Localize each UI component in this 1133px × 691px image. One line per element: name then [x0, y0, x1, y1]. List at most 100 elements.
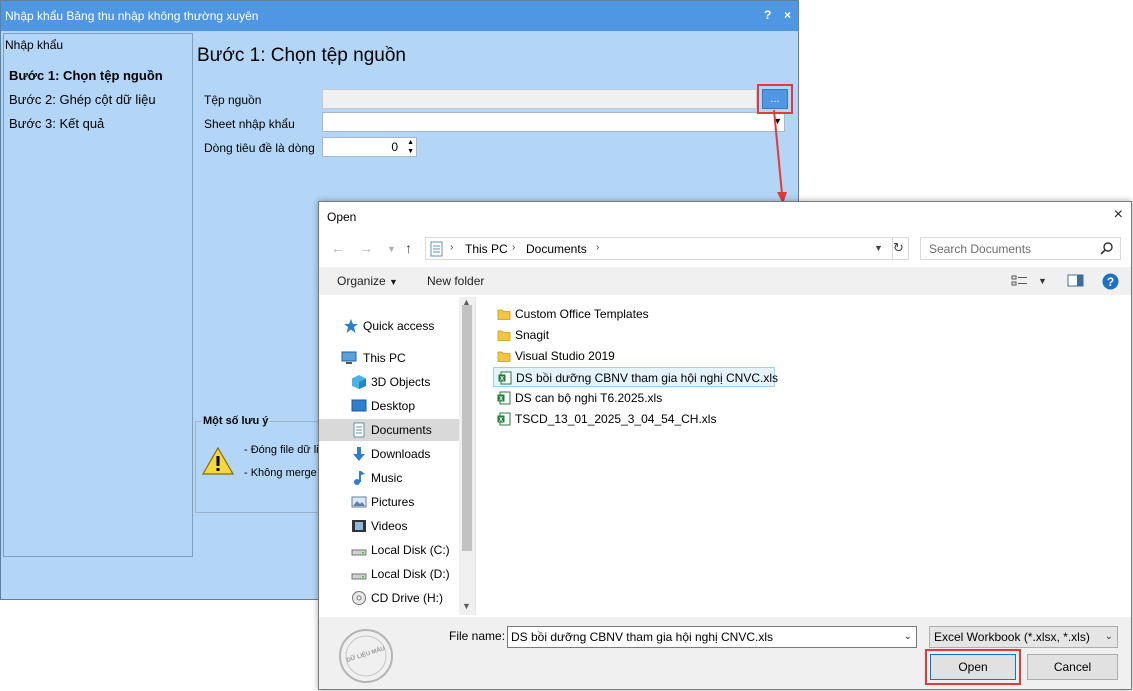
help-button[interactable]: ? — [764, 8, 771, 22]
back-arrow-icon[interactable]: ← — [331, 240, 345, 256]
nav-item-documents[interactable]: Documents — [319, 419, 459, 441]
sheet-select[interactable]: ▼ — [322, 112, 785, 132]
annotation-arrow-icon — [773, 109, 787, 204]
desktop-icon — [351, 399, 367, 412]
address-bar[interactable]: › This PC › Documents › ▼ — [425, 237, 893, 260]
sheet-label: Sheet nhập khẩu — [204, 117, 295, 131]
wizard-close-button[interactable]: × — [784, 8, 791, 22]
cd-icon — [352, 591, 366, 605]
dialog-footer: DỮ LIỆU MẪU File name: DS bồi dưỡng CBNV… — [319, 617, 1131, 689]
list-item-snagit[interactable]: Snagit — [493, 325, 793, 345]
music-icon — [354, 471, 365, 485]
nav-item-videos[interactable]: Videos — [319, 515, 459, 537]
svg-text:?: ? — [1107, 275, 1114, 289]
breadcrumb-separator-icon: › — [512, 242, 516, 253]
list-item-tscd[interactable]: X TSCD_13_01_2025_3_04_54_CH.xls — [493, 409, 793, 429]
video-icon — [352, 520, 366, 532]
excel-file-icon: X — [498, 371, 512, 385]
dialog-title: Open — [327, 210, 357, 224]
document-icon — [353, 422, 365, 438]
step-2[interactable]: Bước 2: Ghép cột dữ liệu — [9, 92, 156, 107]
refresh-icon[interactable]: ↻ — [889, 237, 909, 260]
nav-item-local-disk-d[interactable]: Local Disk (D:) — [319, 563, 459, 585]
new-folder-button[interactable]: New folder — [427, 274, 484, 288]
address-dropdown-icon[interactable]: ▼ — [874, 243, 883, 253]
page-title: Bước 1: Chọn tệp nguồn — [197, 45, 406, 66]
nav-item-cd-drive-h[interactable]: CD Drive (H:) — [319, 587, 459, 609]
forward-arrow-icon[interactable]: → — [359, 240, 373, 256]
open-button[interactable]: Open — [930, 654, 1016, 680]
nav-item-3d-objects[interactable]: 3D Objects — [319, 371, 459, 393]
wizard-titlebar: Nhập khẩu Bảng thu nhập không thường xuy… — [1, 1, 798, 31]
file-list: Custom Office Templates Snagit Visual St… — [479, 297, 1131, 615]
nav-item-music[interactable]: Music — [319, 467, 459, 489]
command-bar: Organize ▼ New folder ▼ ? — [319, 267, 1131, 295]
search-placeholder: Search Documents — [929, 242, 1032, 256]
svg-text:X: X — [500, 376, 504, 382]
open-dialog: Open × ← → ▼ ↑ › This PC › Documents › ▼… — [318, 201, 1132, 690]
breadcrumb-documents[interactable]: Documents — [526, 242, 587, 256]
preview-pane-icon[interactable] — [1067, 274, 1085, 288]
notes-title: Một số lưu ý — [201, 415, 271, 427]
nav-item-pictures[interactable]: Pictures — [319, 491, 459, 513]
view-options-icon[interactable] — [1011, 274, 1029, 288]
nav-item-local-disk-c[interactable]: Local Disk (C:) — [319, 539, 459, 561]
drive-icon — [351, 549, 367, 556]
svg-text:X: X — [499, 417, 503, 423]
excel-file-icon: X — [497, 391, 511, 405]
warning-icon — [202, 446, 234, 475]
breadcrumb-separator-icon: › — [450, 242, 454, 253]
list-item-ds-can-bo[interactable]: X DS can bộ nghi T6.2025.xls — [493, 388, 793, 408]
wizard-sidebar: Nhập khẩu Bước 1: Chọn tệp nguồn Bước 2:… — [3, 33, 193, 557]
note-item-1: - Đóng file dữ li — [244, 444, 319, 456]
cancel-button[interactable]: Cancel — [1027, 654, 1118, 680]
chevron-down-icon[interactable]: ⌄ — [904, 631, 912, 642]
file-type-select[interactable]: Excel Workbook (*.xlsx, *.xls) ⌄ — [929, 626, 1118, 648]
browse-button[interactable]: ... — [762, 89, 788, 109]
file-name-input[interactable]: DS bồi dưỡng CBNV tham gia hội nghị CNVC… — [507, 626, 917, 648]
cube-icon — [352, 375, 366, 389]
search-icon[interactable] — [1100, 241, 1114, 255]
sidebar-title: Nhập khẩu — [5, 38, 64, 52]
search-input[interactable]: Search Documents — [920, 237, 1121, 260]
spin-arrows-icon[interactable]: ▲ ▼ — [407, 138, 414, 156]
chevron-down-icon: ⌄ — [1104, 631, 1113, 642]
source-file-label: Tệp nguồn — [204, 93, 262, 107]
open-highlight: Open — [925, 649, 1021, 685]
header-row-value: 0 — [391, 140, 398, 154]
scroll-thumb[interactable] — [462, 305, 472, 551]
wizard-title: Nhập khẩu Bảng thu nhập không thường xuy… — [5, 9, 259, 23]
navigation-pane: Quick access This PC 3D Objects Desktop … — [319, 297, 476, 615]
step-1[interactable]: Bước 1: Chọn tệp nguồn — [9, 68, 163, 83]
file-name-label: File name: — [449, 629, 506, 643]
organize-button[interactable]: Organize ▼ — [337, 274, 398, 288]
breadcrumb-this-pc[interactable]: This PC — [465, 242, 508, 256]
view-dropdown-icon[interactable]: ▼ — [1038, 276, 1047, 286]
folder-icon — [497, 330, 511, 341]
step-3[interactable]: Bước 3: Kết quả — [9, 116, 104, 131]
watermark-stamp: DỮ LIỆU MẪU — [337, 627, 395, 685]
up-arrow-icon[interactable]: ↑ — [405, 240, 412, 256]
computer-icon — [341, 351, 357, 364]
help-icon[interactable]: ? — [1102, 273, 1119, 290]
breadcrumb-separator-icon: › — [596, 242, 600, 253]
nav-scrollbar[interactable]: ▲ ▼ — [459, 297, 475, 615]
star-icon — [344, 319, 358, 333]
svg-text:X: X — [499, 396, 503, 402]
dialog-close-icon[interactable]: × — [1114, 206, 1123, 224]
list-item-custom-office-templates[interactable]: Custom Office Templates — [493, 304, 793, 324]
list-item-visual-studio-2019[interactable]: Visual Studio 2019 — [493, 346, 793, 366]
source-file-input[interactable] — [322, 89, 757, 109]
nav-item-quick-access[interactable]: Quick access — [319, 315, 459, 337]
scroll-down-icon[interactable]: ▼ — [462, 601, 471, 611]
header-row-stepper[interactable]: 0 ▲ ▼ — [322, 137, 417, 157]
file-type-value: Excel Workbook (*.xlsx, *.xls) — [934, 630, 1090, 644]
nav-item-desktop[interactable]: Desktop — [319, 395, 459, 417]
list-item-selected-file[interactable]: X DS bồi dưỡng CBNV tham gia hội nghị CN… — [493, 367, 778, 387]
folder-icon — [497, 351, 511, 362]
picture-icon — [351, 496, 367, 508]
notes-box: Một số lưu ý - Đóng file dữ li - Không m… — [195, 415, 325, 513]
nav-item-this-pc[interactable]: This PC — [319, 347, 459, 369]
recent-dropdown-icon[interactable]: ▼ — [387, 244, 396, 254]
nav-item-downloads[interactable]: Downloads — [319, 443, 459, 465]
